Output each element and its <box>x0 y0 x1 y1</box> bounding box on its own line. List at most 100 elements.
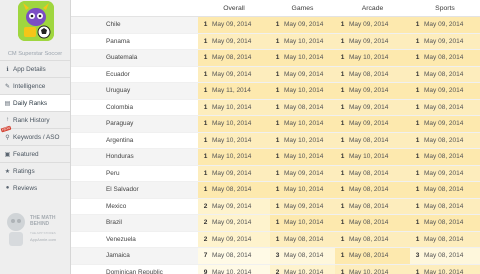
rank-date: May 09, 2014 <box>349 103 389 111</box>
country-cell[interactable]: Colombia <box>71 99 198 116</box>
rank-value: 1 <box>340 136 345 144</box>
country-cell[interactable]: Panama <box>71 33 198 50</box>
sidebar-item-intelligence[interactable]: ✎ Intelligence <box>0 77 70 94</box>
rank-cell: 1 May 08, 2014 <box>410 132 480 149</box>
country-cell[interactable]: Paraguay <box>71 115 198 133</box>
rank-value: 1 <box>415 235 420 243</box>
rank-cell: 1 May 08, 2014 <box>410 66 480 83</box>
rank-date: May 08, 2014 <box>349 235 389 243</box>
sidebar-item-label: Keywords / ASO <box>13 133 60 141</box>
rank-value: 1 <box>340 70 345 78</box>
rank-date: May 08, 2014 <box>424 219 464 227</box>
country-cell[interactable]: Peru <box>71 165 198 182</box>
table-row[interactable]: Honduras 1 May 10, 2014 1 May 10, 2014 1 May 1… <box>71 148 480 166</box>
rank-cell: 1 May 08, 2014 <box>270 231 335 248</box>
column-header-games[interactable]: Games <box>270 0 335 17</box>
star-icon: ★ <box>4 168 11 175</box>
rank-cell: 1 May 09, 2014 <box>410 82 480 100</box>
rank-cell: 1 May 10, 2014 <box>270 132 335 149</box>
rank-cell: 9 May 10, 2014 <box>198 264 270 274</box>
table-row[interactable]: Ecuador 1 May 09, 2014 1 May 09, 2014 1 May 08… <box>71 66 480 83</box>
country-cell[interactable]: Argentina <box>71 132 198 149</box>
rank-date: May 10, 2014 <box>212 103 252 111</box>
rank-cell: 1 May 08, 2014 <box>335 66 410 83</box>
table-row[interactable]: Mexico 2 May 09, 2014 1 May 09, 2014 1 May 08,… <box>71 198 480 215</box>
rank-value: 1 <box>340 268 345 274</box>
rank-value: 1 <box>415 54 420 62</box>
rank-value: 1 <box>340 252 345 260</box>
rank-cell: 1 May 11, 2014 <box>198 82 270 100</box>
rank-value: 1 <box>340 37 345 45</box>
rank-value: 2 <box>203 219 208 227</box>
rank-value: 1 <box>340 54 345 62</box>
daily-ranks-table-wrap[interactable]: Overall Games Arcade Sports Chile 1 May 09… <box>71 0 480 274</box>
country-cell[interactable]: Guatemala <box>71 49 198 67</box>
rank-cell: 1 May 10, 2014 <box>198 132 270 149</box>
table-row[interactable]: Dominican Republic 9 May 10, 2014 2 May 10, … <box>71 264 480 274</box>
app-header <box>0 0 70 50</box>
sidebar-item-ratings[interactable]: ★ Ratings <box>0 162 70 179</box>
country-cell[interactable]: El Salvador <box>71 181 198 199</box>
sidebar-item-daily-ranks[interactable]: ▤ Daily Ranks <box>0 94 70 111</box>
table-body: Chile 1 May 09, 2014 1 May 09, 2014 1 May 09, … <box>71 16 480 274</box>
rank-cell: 1 May 10, 2014 <box>198 99 270 116</box>
table-row[interactable]: Colombia 1 May 10, 2014 1 May 08, 2014 1 May 0… <box>71 99 480 116</box>
column-header-sports[interactable]: Sports <box>410 0 480 17</box>
sidebar-item-keywords-aso[interactable]: ⚲ Keywords / ASO NEW <box>0 125 70 145</box>
rank-date: May 09, 2014 <box>212 235 252 243</box>
rank-cell: 1 May 10, 2014 <box>410 264 480 274</box>
country-cell[interactable]: Dominican Republic <box>71 264 198 274</box>
table-row[interactable]: Uruguay 1 May 11, 2014 1 May 10, 2014 1 May 09… <box>71 82 480 100</box>
sidebar-item-label: Daily Ranks <box>13 99 48 107</box>
table-row[interactable]: Brazil 2 May 09, 2014 1 May 10, 2014 1 May 08,… <box>71 214 480 232</box>
rank-date: May 08, 2014 <box>424 252 464 260</box>
table-row[interactable]: Peru 1 May 09, 2014 1 May 09, 2014 1 May 08, 2… <box>71 165 480 182</box>
rank-value: 1 <box>203 70 208 78</box>
table-row[interactable]: Argentina 1 May 10, 2014 1 May 10, 2014 1 May … <box>71 132 480 149</box>
country-cell[interactable]: Ecuador <box>71 66 198 83</box>
rank-cell: 1 May 08, 2014 <box>410 49 480 67</box>
sidebar-item-app-details[interactable]: ℹ App Details <box>0 60 70 77</box>
sidebar-item-reviews[interactable]: ● Reviews <box>0 179 70 196</box>
table-row[interactable]: Paraguay 1 May 10, 2014 1 May 10, 2014 1 May 0… <box>71 115 480 133</box>
country-cell[interactable]: Jamaica <box>71 247 198 265</box>
rank-value: 1 <box>340 169 345 177</box>
rank-date: May 08, 2014 <box>284 103 324 111</box>
sidebar-item-label: Reviews <box>13 184 38 192</box>
country-cell[interactable]: Brazil <box>71 214 198 232</box>
table-row[interactable]: Chile 1 May 09, 2014 1 May 09, 2014 1 May 09, … <box>71 16 480 34</box>
table-row[interactable]: Jamaica 7 May 08, 2014 3 May 08, 2014 1 May 08… <box>71 247 480 265</box>
table-row[interactable]: Panama 1 May 09, 2014 1 May 10, 2014 1 May 09,… <box>71 33 480 50</box>
rank-date: May 10, 2014 <box>212 120 252 128</box>
rank-value: 9 <box>203 268 208 274</box>
info-icon: ℹ <box>6 66 9 73</box>
rank-value: 3 <box>415 252 420 260</box>
country-cell[interactable]: Uruguay <box>71 82 198 100</box>
rank-date: May 10, 2014 <box>349 268 389 274</box>
rank-value: 1 <box>203 153 208 161</box>
table-row[interactable]: Venezuela 2 May 09, 2014 1 May 08, 2014 1 May … <box>71 231 480 248</box>
promo-banner[interactable]: THE MATH BEHIND THE APP STORES AppAnnie.… <box>0 206 70 252</box>
app-icon[interactable] <box>18 1 54 41</box>
sidebar-item-rank-history[interactable]: ↑ Rank History <box>0 111 70 128</box>
rank-value: 2 <box>203 235 208 243</box>
sidebar-item-label: Featured <box>13 150 39 158</box>
column-header-arcade[interactable]: Arcade <box>335 0 410 17</box>
rank-cell: 1 May 08, 2014 <box>335 198 410 215</box>
arrow-up-icon: ↑ <box>6 117 9 123</box>
country-cell[interactable]: Venezuela <box>71 231 198 248</box>
rank-cell: 1 May 08, 2014 <box>410 198 480 215</box>
rank-cell: 1 May 08, 2014 <box>410 148 480 166</box>
sidebar-item-featured[interactable]: ▣ Featured <box>0 145 70 162</box>
sidebar-item-label: Rank History <box>13 116 50 124</box>
country-cell[interactable]: Mexico <box>71 198 198 215</box>
table-row[interactable]: Guatemala 1 May 08, 2014 1 May 10, 2014 1 May … <box>71 49 480 67</box>
rank-cell: 3 May 08, 2014 <box>270 247 335 265</box>
rank-value: 1 <box>340 120 345 128</box>
rank-value: 1 <box>415 186 420 194</box>
country-cell[interactable]: Honduras <box>71 148 198 166</box>
country-cell[interactable]: Chile <box>71 16 198 34</box>
table-row[interactable]: El Salvador 1 May 08, 2014 1 May 10, 2014 1 Ma… <box>71 181 480 199</box>
column-header-overall[interactable]: Overall <box>198 0 270 17</box>
rank-cell: 1 May 09, 2014 <box>270 165 335 182</box>
